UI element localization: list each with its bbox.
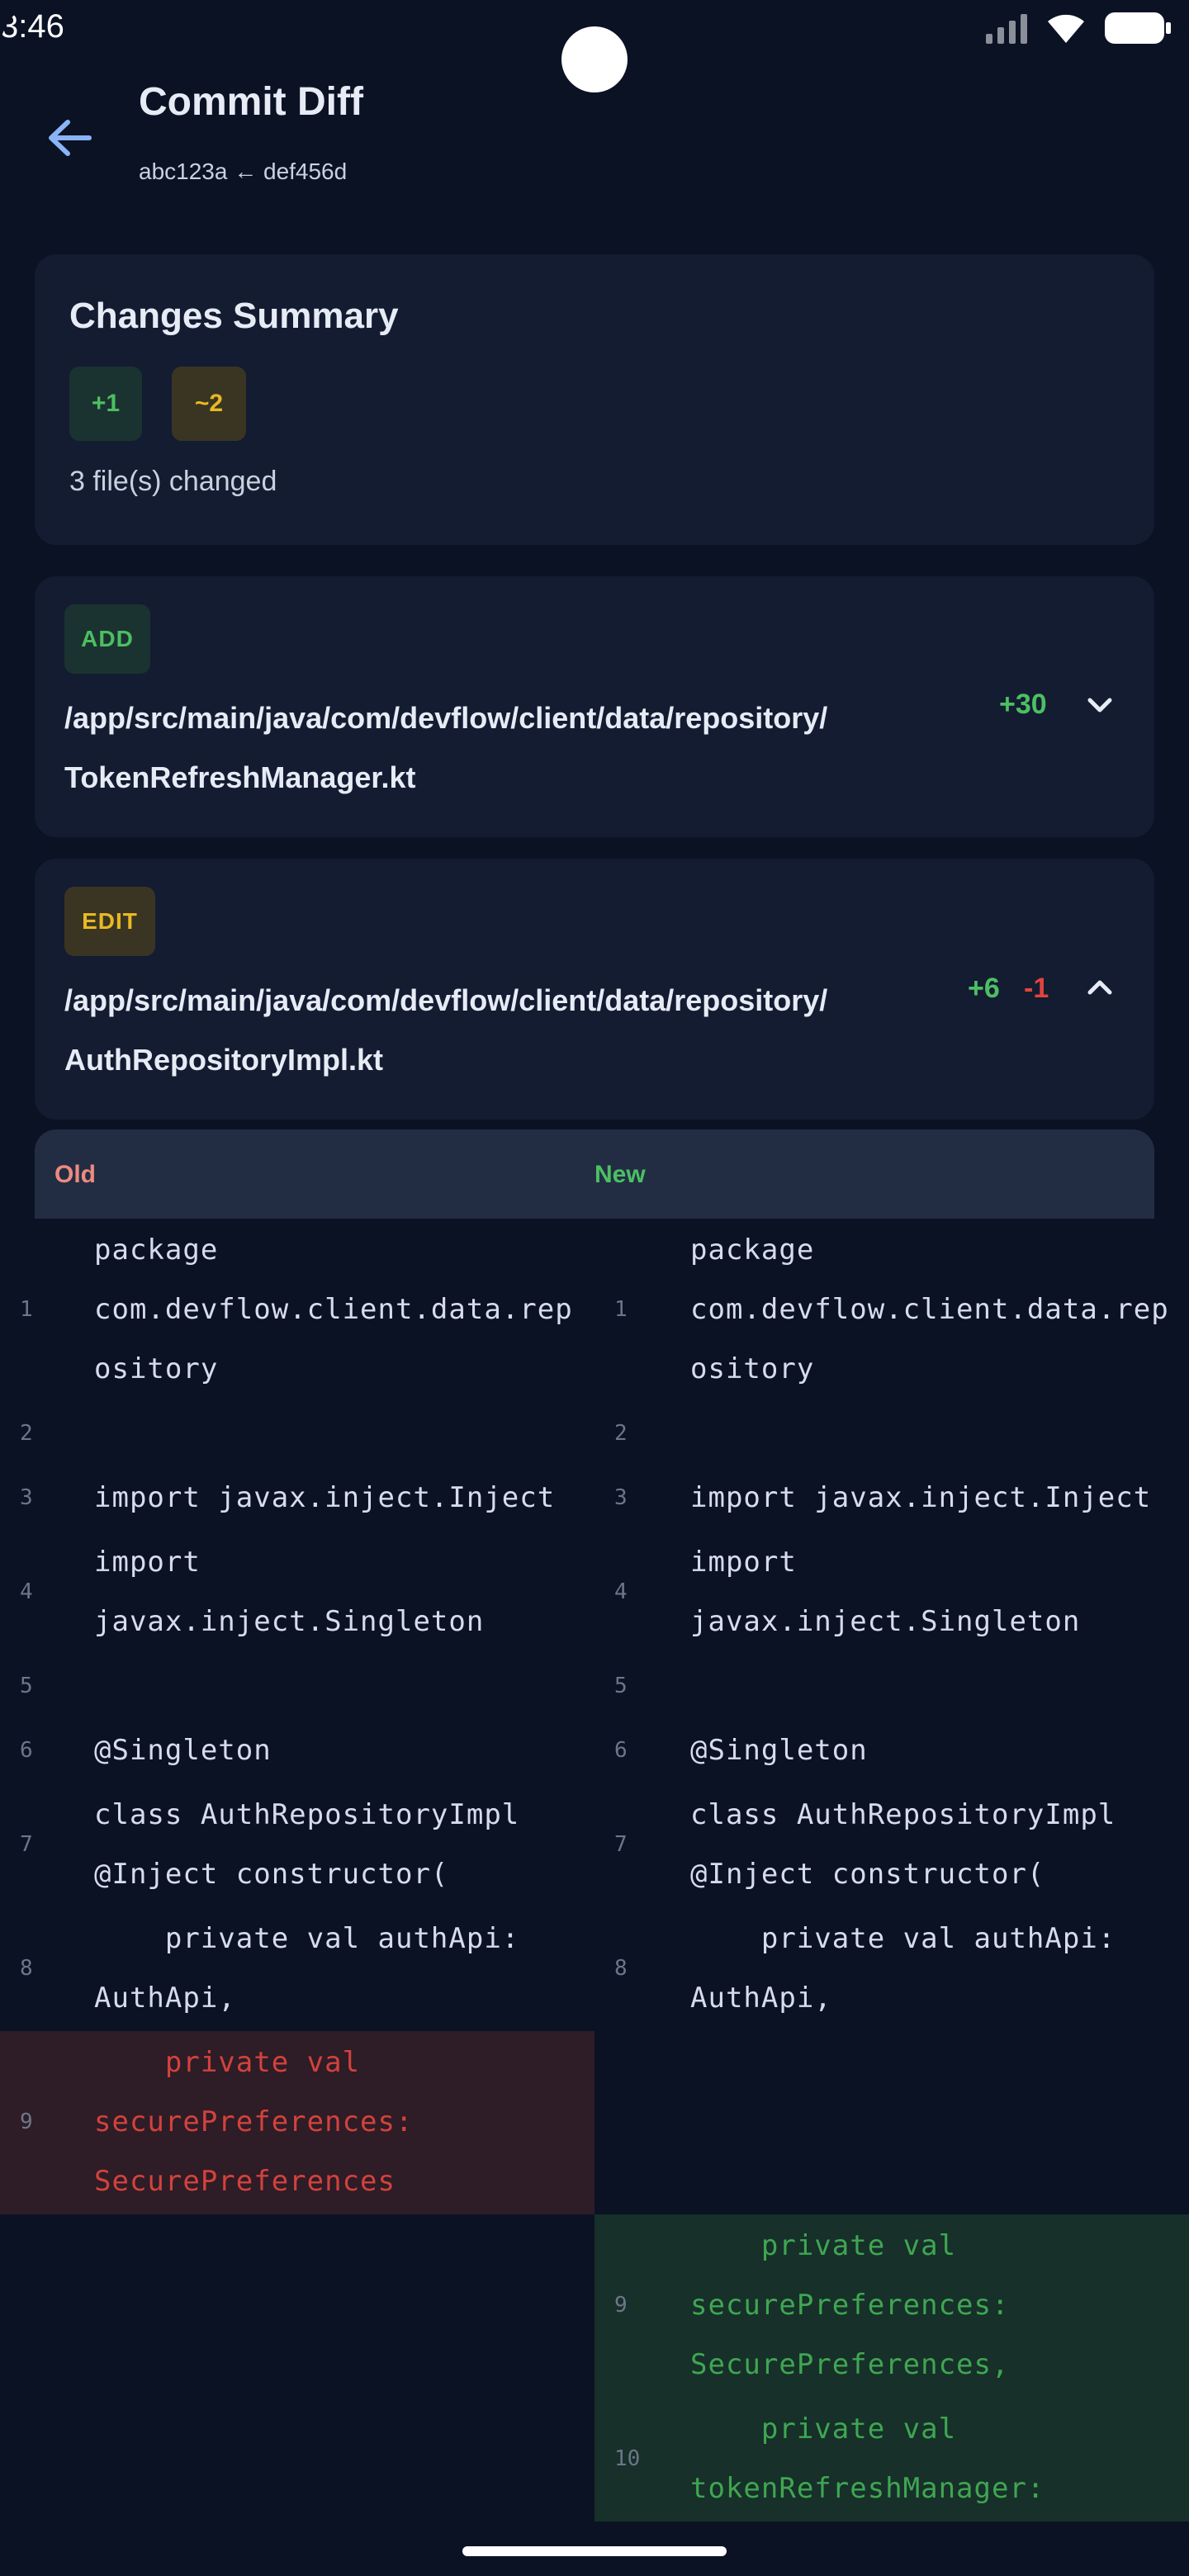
code-line: ository <box>94 1352 219 1385</box>
line-number: 3 <box>20 1485 33 1510</box>
line-number: 7 <box>20 1832 33 1857</box>
code-line: AuthApi, <box>94 1982 236 2015</box>
page-title: Commit Diff <box>139 80 363 124</box>
commit-range: abc123a ← def456d <box>139 159 348 184</box>
camera-cutout <box>561 26 628 92</box>
status-time: 3:46 <box>0 8 64 45</box>
file-path: /app/src/main/java/com/devflow/client/da… <box>64 689 981 807</box>
line-number: 9 <box>614 2293 628 2318</box>
signal-icon <box>986 12 1027 44</box>
code-line: @Singleton <box>690 1734 868 1767</box>
code-line: import <box>690 1546 797 1579</box>
changes-summary-card: Changes Summary +1 ~2 3 file(s) changed <box>35 254 1154 545</box>
code-line: com.devflow.client.data.rep <box>94 1293 573 1326</box>
code-line: class AuthRepositoryImpl <box>690 1798 1116 1831</box>
code-line: private val <box>690 2229 957 2262</box>
file-path-line: /app/src/main/java/com/devflow/client/da… <box>64 701 828 735</box>
status-icons <box>986 12 1171 45</box>
code-line: ository <box>690 1352 815 1385</box>
file-type-badge: EDIT <box>64 887 155 956</box>
status-bar: 3:46 <box>0 0 1189 92</box>
additions-count: +6 <box>968 973 1000 1004</box>
code-line: AuthApi, <box>690 1982 832 2015</box>
line-number: 4 <box>20 1579 33 1604</box>
code-line: javax.inject.Singleton <box>690 1605 1081 1638</box>
code-line: SecurePreferences <box>94 2165 396 2198</box>
line-number: 8 <box>614 1956 628 1981</box>
added-count-chip: +1 <box>69 367 142 441</box>
line-number: 8 <box>20 1956 33 1981</box>
chevron-down-icon[interactable] <box>1082 687 1118 723</box>
line-number: 9 <box>20 2110 33 2134</box>
line-number: 1 <box>20 1297 33 1322</box>
summary-title: Changes Summary <box>69 296 399 336</box>
code-line: class AuthRepositoryImpl <box>94 1798 520 1831</box>
file-path: /app/src/main/java/com/devflow/client/da… <box>64 971 981 1090</box>
code-line: import <box>94 1546 201 1579</box>
back-arrow-icon[interactable] <box>41 109 99 167</box>
chevron-up-icon[interactable] <box>1082 969 1118 1006</box>
line-number: 2 <box>20 1421 33 1446</box>
battery-icon <box>1105 12 1171 44</box>
new-column-label: New <box>594 1161 646 1188</box>
code-line: import javax.inject.Inject <box>94 1481 556 1514</box>
code-line: SecurePreferences, <box>690 2348 1010 2381</box>
code-line: javax.inject.Singleton <box>94 1605 485 1638</box>
wifi-icon <box>1048 14 1084 43</box>
files-changed-text: 3 file(s) changed <box>69 466 277 497</box>
line-number: 4 <box>614 1579 628 1604</box>
code-line: @Inject constructor( <box>690 1858 1045 1891</box>
old-column-label: Old <box>54 1161 96 1188</box>
home-indicator[interactable] <box>462 2546 727 2556</box>
code-line: private val authApi: <box>94 1922 520 1955</box>
line-number: 6 <box>614 1738 628 1763</box>
code-line: @Singleton <box>94 1734 272 1767</box>
line-number: 5 <box>20 1674 33 1698</box>
line-number: 10 <box>614 2446 641 2471</box>
file-name: TokenRefreshManager.kt <box>64 760 416 794</box>
code-line: package <box>94 1234 219 1267</box>
code-line: private val <box>94 2046 361 2079</box>
code-line: securePreferences: <box>94 2105 414 2138</box>
diff-column-header: Old New <box>35 1129 1154 1219</box>
code-line: @Inject constructor( <box>94 1858 449 1891</box>
additions-count: +30 <box>999 689 1047 720</box>
file-card[interactable]: EDIT /app/src/main/java/com/devflow/clie… <box>35 859 1154 1120</box>
file-path-line: /app/src/main/java/com/devflow/client/da… <box>64 983 828 1017</box>
code-line: com.devflow.client.data.rep <box>690 1293 1169 1326</box>
line-number: 1 <box>614 1297 628 1322</box>
file-card[interactable]: ADD /app/src/main/java/com/devflow/clien… <box>35 576 1154 837</box>
screen: 3:46 Commit Diff abc123a ← def456d Chang… <box>0 0 1189 2576</box>
code-line: private val <box>690 2413 957 2446</box>
line-number: 5 <box>614 1674 628 1698</box>
code-line: tokenRefreshManager: <box>690 2472 1045 2505</box>
file-name: AuthRepositoryImpl.kt <box>64 1043 384 1077</box>
modified-count-chip: ~2 <box>172 367 246 441</box>
code-line: package <box>690 1234 815 1267</box>
line-number: 6 <box>20 1738 33 1763</box>
file-type-badge: ADD <box>64 604 150 674</box>
code-line: securePreferences: <box>690 2289 1010 2322</box>
code-line: import javax.inject.Inject <box>690 1481 1152 1514</box>
line-number: 3 <box>614 1485 628 1510</box>
deletions-count: -1 <box>1024 973 1049 1004</box>
code-line: private val authApi: <box>690 1922 1116 1955</box>
line-number: 2 <box>614 1421 628 1446</box>
diff-view[interactable]: 1 package com.devflow.client.data.rep osito… <box>0 1219 1189 2522</box>
line-number: 7 <box>614 1832 628 1857</box>
